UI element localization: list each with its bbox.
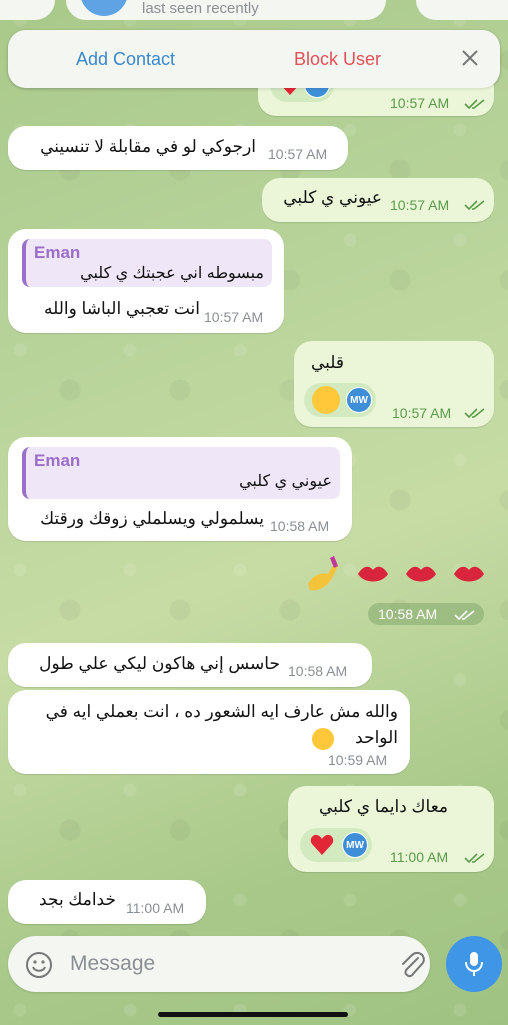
- message-bubble-outgoing[interactable]: معاك دايما ي كلبي MW 11:00 AM: [288, 786, 494, 872]
- check-double-icon: [464, 853, 485, 864]
- emoji-message[interactable]: 10:58 AM: [300, 552, 496, 632]
- message-time: 10:57 AM: [392, 405, 452, 421]
- message-bubble-outgoing[interactable]: عيوني ي كلبي 10:57 AM: [262, 178, 494, 222]
- message-time: 10:57 AM: [390, 95, 450, 111]
- message-bubble-incoming[interactable]: حاسس إني هاكون ليكي علي طول 10:58 AM: [8, 643, 372, 687]
- message-time: 10:57 AM: [268, 146, 328, 162]
- heart-icon: [310, 834, 334, 855]
- message-text: يسلمولي ويسلملي زوقك ورقتك: [40, 509, 264, 528]
- message-input[interactable]: [70, 950, 370, 978]
- message-text: والله مش عارف ايه الشعور ده ، انت بعملي …: [45, 702, 398, 721]
- paperclip-icon[interactable]: [398, 950, 426, 980]
- heart-eyes-icon: [312, 728, 334, 750]
- message-time: 10:58 AM: [378, 606, 438, 622]
- message-composer: [8, 936, 430, 992]
- message-text: انت تعجبي الباشا والله: [43, 299, 200, 318]
- message-bubble-incoming[interactable]: ارجوكي لو في مقابلة لا تنسيني 10:57 AM: [8, 126, 348, 170]
- check-double-icon: [464, 200, 485, 211]
- reply-quote[interactable]: Eman مبسوطه اني عجبتك ي كلبي: [22, 239, 272, 287]
- message-time: 10:59 AM: [328, 752, 388, 768]
- message-text: عيوني ي كلبي: [283, 188, 382, 207]
- reply-quote[interactable]: Eman عيوني ي كلبي: [22, 447, 340, 499]
- message-text-line2: الواحد: [355, 728, 398, 747]
- message-text: حاسس إني هاكون ليكي علي طول: [39, 654, 280, 673]
- reactor-avatar: MW: [346, 387, 372, 413]
- smile-icon[interactable]: [24, 950, 54, 980]
- message-bubble-incoming[interactable]: Eman عيوني ي كلبي يسلمولي ويسلملي زوقك و…: [8, 437, 352, 541]
- lips-icon: [358, 566, 388, 582]
- avatar[interactable]: [80, 0, 128, 16]
- message-time: 10:58 AM: [288, 663, 348, 679]
- message-time: 11:00 AM: [390, 849, 449, 865]
- microphone-icon: [465, 952, 483, 976]
- microphone-button[interactable]: [446, 936, 502, 992]
- check-double-icon: [454, 610, 475, 621]
- last-seen-status: last seen recently: [142, 0, 259, 17]
- kiss-face-icon: [312, 386, 340, 414]
- message-bubble-outgoing[interactable]: قلبي MW 10:57 AM: [294, 341, 494, 427]
- message-time: 10:57 AM: [390, 197, 450, 213]
- reply-author: Eman: [34, 451, 81, 470]
- contact-info[interactable]: last seen recently: [66, 0, 386, 20]
- chat-header: last seen recently: [0, 0, 508, 20]
- message-text: معاك دايما ي كلبي: [318, 797, 448, 816]
- message-time: 11:00 AM: [126, 900, 185, 916]
- reactor-avatar: MW: [342, 832, 368, 858]
- add-contact-button[interactable]: Add Contact: [76, 49, 175, 70]
- message-bubble-incoming[interactable]: خدامك بجد 11:00 AM: [8, 880, 206, 924]
- message-bubble-incoming[interactable]: Eman مبسوطه اني عجبتك ي كلبي انت تعجبي ا…: [8, 229, 284, 333]
- back-button[interactable]: [0, 0, 55, 20]
- home-indicator: [158, 1012, 348, 1017]
- message-time: 10:57 AM: [204, 309, 264, 325]
- message-text: خدامك بجد: [39, 890, 116, 909]
- nail-polish-icon: [308, 556, 338, 591]
- reaction-pill[interactable]: MW: [304, 383, 376, 417]
- message-bubble-incoming[interactable]: والله مش عارف ايه الشعور ده ، انت بعملي …: [8, 690, 410, 774]
- block-user-button[interactable]: Block User: [294, 49, 381, 70]
- close-icon[interactable]: [458, 46, 482, 70]
- header-actions[interactable]: [416, 0, 508, 20]
- lips-icon: [454, 566, 484, 582]
- reply-text: مبسوطه اني عجبتك ي كلبي: [80, 265, 264, 282]
- reply-text: عيوني ي كلبي: [239, 473, 332, 490]
- check-double-icon: [464, 99, 485, 110]
- check-double-icon: [464, 408, 485, 419]
- contact-action-bar-overlay: Add Contact Block User: [8, 30, 500, 88]
- message-time-pill: 10:58 AM: [368, 603, 484, 625]
- reaction-pill[interactable]: MW: [300, 828, 372, 862]
- message-text: ارجوكي لو في مقابلة لا تنسيني: [40, 137, 256, 156]
- message-text: قلبي: [310, 353, 344, 372]
- lips-icon: [406, 566, 436, 582]
- message-time: 10:58 AM: [270, 518, 330, 534]
- reply-author: Eman: [34, 243, 81, 262]
